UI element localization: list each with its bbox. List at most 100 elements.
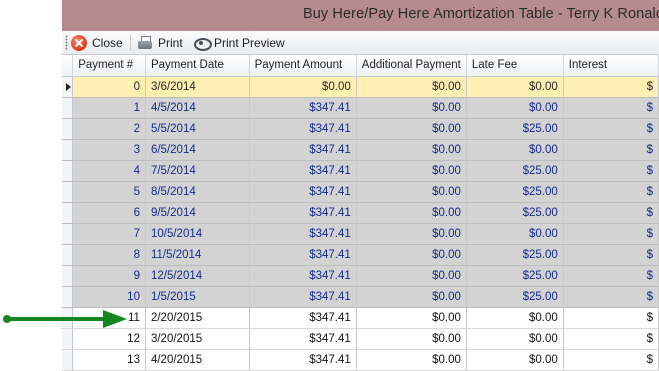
payment-date-cell[interactable]: 10/5/2014 xyxy=(145,223,250,245)
interest-cell[interactable]: $ xyxy=(563,202,659,224)
payment-amount-cell[interactable]: $347.41 xyxy=(249,97,357,119)
row-selector[interactable] xyxy=(62,118,74,140)
payment-date-cell[interactable]: 5/5/2014 xyxy=(145,118,250,140)
payment-number-cell[interactable]: 8 xyxy=(72,244,146,266)
additional-payment-cell[interactable]: $0.00 xyxy=(356,244,467,266)
payment-amount-cell[interactable]: $347.41 xyxy=(249,265,357,287)
payment-date-cell[interactable]: 6/5/2014 xyxy=(145,139,250,161)
late-fee-cell[interactable]: $25.00 xyxy=(466,160,564,182)
late-fee-cell[interactable]: $0.00 xyxy=(466,97,564,119)
payment-amount-cell[interactable]: $347.41 xyxy=(249,328,357,350)
column-header-interest[interactable]: Interest xyxy=(563,55,659,77)
interest-cell[interactable]: $ xyxy=(563,223,659,245)
table-row[interactable]: 8 11/5/2014 $347.41 $0.00 $25.00 $ xyxy=(62,244,659,266)
payment-date-cell[interactable]: 8/5/2014 xyxy=(145,181,250,203)
row-selector[interactable] xyxy=(62,328,74,350)
interest-cell[interactable]: $ xyxy=(563,139,659,161)
payment-number-cell[interactable]: 1 xyxy=(72,97,146,119)
print-button[interactable]: Print xyxy=(137,34,183,52)
late-fee-cell[interactable]: $25.00 xyxy=(466,181,564,203)
payment-date-cell[interactable]: 3/6/2014 xyxy=(145,76,250,98)
payment-date-cell[interactable]: 1/5/2015 xyxy=(145,286,250,308)
interest-cell[interactable]: $ xyxy=(563,286,659,308)
column-header-additional-payment[interactable]: Additional Payment xyxy=(356,55,467,77)
late-fee-cell[interactable]: $0.00 xyxy=(466,349,564,371)
late-fee-cell[interactable]: $25.00 xyxy=(466,202,564,224)
payment-number-cell[interactable]: 10 xyxy=(72,286,146,308)
payment-date-cell[interactable]: 12/5/2014 xyxy=(145,265,250,287)
row-selector[interactable] xyxy=(62,349,74,371)
table-row[interactable]: 2 5/5/2014 $347.41 $0.00 $25.00 $ xyxy=(62,118,659,140)
payment-number-cell[interactable]: 2 xyxy=(72,118,146,140)
interest-cell[interactable]: $ xyxy=(563,328,659,350)
table-row[interactable]: 6 9/5/2014 $347.41 $0.00 $25.00 $ xyxy=(62,202,659,224)
payment-amount-cell[interactable]: $347.41 xyxy=(249,349,357,371)
interest-cell[interactable]: $ xyxy=(563,160,659,182)
header-row-selector[interactable] xyxy=(62,55,74,77)
additional-payment-cell[interactable]: $0.00 xyxy=(356,328,467,350)
late-fee-cell[interactable]: $25.00 xyxy=(466,286,564,308)
additional-payment-cell[interactable]: $0.00 xyxy=(356,307,467,329)
payment-number-cell[interactable]: 4 xyxy=(72,160,146,182)
payment-number-cell[interactable]: 7 xyxy=(72,223,146,245)
interest-cell[interactable]: $ xyxy=(563,76,659,98)
payment-amount-cell[interactable]: $347.41 xyxy=(249,244,357,266)
interest-cell[interactable]: $ xyxy=(563,265,659,287)
toolbar-grip-icon[interactable] xyxy=(65,35,68,51)
payment-amount-cell[interactable]: $347.41 xyxy=(249,160,357,182)
additional-payment-cell[interactable]: $0.00 xyxy=(356,160,467,182)
column-header-payment-amount[interactable]: Payment Amount xyxy=(249,55,357,77)
payment-date-cell[interactable]: 9/5/2014 xyxy=(145,202,250,224)
amortization-grid[interactable]: Payment # Payment Date Payment Amount Ad… xyxy=(62,55,659,371)
payment-amount-cell[interactable]: $347.41 xyxy=(249,202,357,224)
column-header-payment-date[interactable]: Payment Date xyxy=(145,55,250,77)
payment-number-cell[interactable]: 0 xyxy=(72,76,146,98)
row-selector[interactable] xyxy=(62,139,74,161)
interest-cell[interactable]: $ xyxy=(563,97,659,119)
late-fee-cell[interactable]: $25.00 xyxy=(466,118,564,140)
additional-payment-cell[interactable]: $0.00 xyxy=(356,202,467,224)
interest-cell[interactable]: $ xyxy=(563,349,659,371)
late-fee-cell[interactable]: $0.00 xyxy=(466,328,564,350)
interest-cell[interactable]: $ xyxy=(563,118,659,140)
table-row[interactable]: 5 8/5/2014 $347.41 $0.00 $25.00 $ xyxy=(62,181,659,203)
payment-date-cell[interactable]: 2/20/2015 xyxy=(145,307,250,329)
additional-payment-cell[interactable]: $0.00 xyxy=(356,139,467,161)
row-selector[interactable] xyxy=(62,97,74,119)
print-preview-button[interactable]: Print Preview xyxy=(193,34,285,52)
row-selector[interactable] xyxy=(62,286,74,308)
late-fee-cell[interactable]: $0.00 xyxy=(466,76,564,98)
additional-payment-cell[interactable]: $0.00 xyxy=(356,118,467,140)
row-selector[interactable] xyxy=(62,223,74,245)
additional-payment-cell[interactable]: $0.00 xyxy=(356,76,467,98)
table-row[interactable]: 13 4/20/2015 $347.41 $0.00 $0.00 $ xyxy=(62,349,659,371)
table-row[interactable]: 1 4/5/2014 $347.41 $0.00 $0.00 $ xyxy=(62,97,659,119)
table-row[interactable]: 10 1/5/2015 $347.41 $0.00 $25.00 $ xyxy=(62,286,659,308)
additional-payment-cell[interactable]: $0.00 xyxy=(356,349,467,371)
additional-payment-cell[interactable]: $0.00 xyxy=(356,286,467,308)
row-selector[interactable] xyxy=(62,76,74,98)
payment-amount-cell[interactable]: $347.41 xyxy=(249,118,357,140)
late-fee-cell[interactable]: $0.00 xyxy=(466,223,564,245)
additional-payment-cell[interactable]: $0.00 xyxy=(356,97,467,119)
payment-number-cell[interactable]: 3 xyxy=(72,139,146,161)
payment-number-cell[interactable]: 13 xyxy=(72,349,146,371)
table-row[interactable]: 0 3/6/2014 $0.00 $0.00 $0.00 $ xyxy=(62,76,659,98)
row-selector[interactable] xyxy=(62,160,74,182)
close-button[interactable]: Close xyxy=(71,34,123,52)
row-selector[interactable] xyxy=(62,181,74,203)
table-row[interactable]: 11 2/20/2015 $347.41 $0.00 $0.00 $ xyxy=(62,307,659,329)
payment-date-cell[interactable]: 3/20/2015 xyxy=(145,328,250,350)
additional-payment-cell[interactable]: $0.00 xyxy=(356,181,467,203)
payment-date-cell[interactable]: 4/20/2015 xyxy=(145,349,250,371)
row-selector[interactable] xyxy=(62,265,74,287)
late-fee-cell[interactable]: $25.00 xyxy=(466,244,564,266)
payment-number-cell[interactable]: 6 xyxy=(72,202,146,224)
payment-number-cell[interactable]: 9 xyxy=(72,265,146,287)
table-row[interactable]: 3 6/5/2014 $347.41 $0.00 $0.00 $ xyxy=(62,139,659,161)
table-row[interactable]: 9 12/5/2014 $347.41 $0.00 $25.00 $ xyxy=(62,265,659,287)
payment-amount-cell[interactable]: $347.41 xyxy=(249,223,357,245)
payment-date-cell[interactable]: 4/5/2014 xyxy=(145,97,250,119)
column-header-payment-number[interactable]: Payment # xyxy=(72,55,146,77)
payment-amount-cell[interactable]: $0.00 xyxy=(249,76,357,98)
